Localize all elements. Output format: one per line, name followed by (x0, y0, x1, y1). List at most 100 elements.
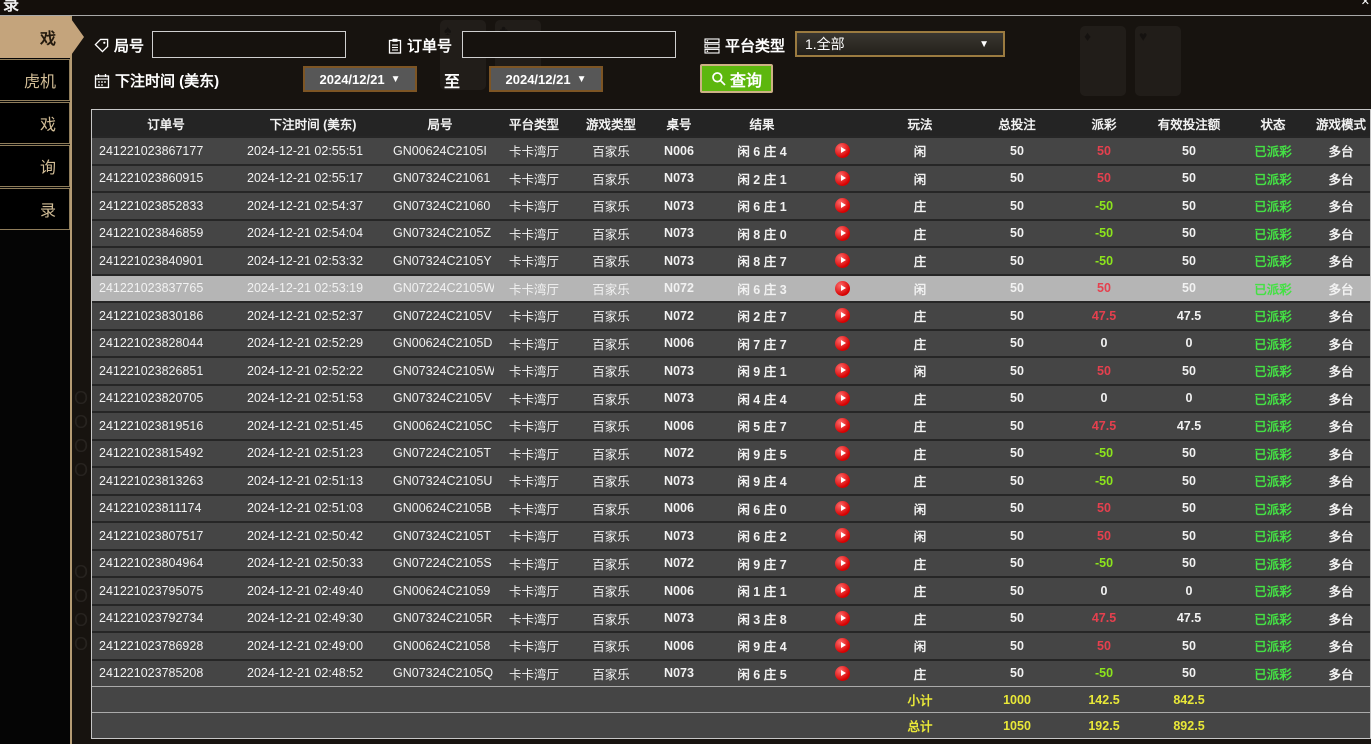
cell-bet-time: 2024-12-21 02:52:37 (240, 309, 386, 323)
cell-order: 241221023819516 (92, 419, 240, 433)
search-button[interactable]: 查询 (700, 64, 773, 93)
table-row[interactable]: 2412210238132632024-12-21 02:51:13GN0732… (92, 466, 1370, 494)
cell-order: 241221023792734 (92, 611, 240, 625)
sidebar-item-1[interactable]: 虎机 (0, 59, 70, 101)
replay-play-icon[interactable] (835, 198, 850, 213)
column-header-2: 局号 (386, 114, 494, 133)
cell-replay (814, 391, 870, 406)
table-row[interactable]: 2412210237927342024-12-21 02:49:30GN0732… (92, 604, 1370, 632)
replay-play-icon[interactable] (835, 308, 850, 323)
cell-round: GN07324C2105Y (386, 254, 494, 268)
cell-table-no: N006 (648, 501, 710, 515)
cell-bet-type: 闲 (870, 636, 970, 655)
cell-bet-time: 2024-12-21 02:53:19 (240, 281, 386, 295)
replay-play-icon[interactable] (835, 473, 850, 488)
cell-status: 已派彩 (1234, 636, 1312, 655)
cell-round: GN00624C2105C (386, 419, 494, 433)
cell-round: GN07324C21061 (386, 171, 494, 185)
background-texture: OOOO (74, 560, 90, 656)
subtotal-label: 小计 (870, 690, 970, 709)
sidebar-item-4[interactable]: 录 (0, 188, 70, 230)
replay-play-icon[interactable] (835, 446, 850, 461)
table-row[interactable]: 2412210238377652024-12-21 02:53:19GN0722… (92, 274, 1370, 302)
cell-payout: -50 (1064, 556, 1144, 570)
cell-payout: 47.5 (1064, 419, 1144, 433)
replay-play-icon[interactable] (835, 638, 850, 653)
cell-game-type: 百家乐 (574, 471, 648, 490)
replay-play-icon[interactable] (835, 501, 850, 516)
replay-play-icon[interactable] (835, 143, 850, 158)
table-row[interactable]: 2412210238049642024-12-21 02:50:33GN0722… (92, 549, 1370, 577)
cell-status: 已派彩 (1234, 526, 1312, 545)
replay-play-icon[interactable] (835, 281, 850, 296)
server-list-icon (704, 38, 720, 54)
table-row[interactable]: 2412210238468592024-12-21 02:54:04GN0732… (92, 219, 1370, 247)
cell-game-type: 百家乐 (574, 279, 648, 298)
sidebar-item-3[interactable]: 询 (0, 145, 70, 187)
table-row[interactable]: 2412210238195162024-12-21 02:51:45GN0062… (92, 411, 1370, 439)
cell-mode: 多台 (1312, 334, 1370, 353)
order-number-label-group: 订单号 (388, 35, 452, 56)
sidebar-item-label: 虎机 (24, 68, 56, 92)
platform-type-select[interactable]: 1.全部 ▼ (795, 31, 1005, 57)
table-row[interactable]: 2412210237869282024-12-21 02:49:00GN0062… (92, 631, 1370, 659)
cell-bet-type: 闲 (870, 499, 970, 518)
cell-status: 已派彩 (1234, 224, 1312, 243)
replay-play-icon[interactable] (835, 583, 850, 598)
platform-type-label: 平台类型 (725, 35, 785, 56)
table-row[interactable]: 2412210238671772024-12-21 02:55:51GN0062… (92, 136, 1370, 164)
table-row[interactable]: 2412210238111742024-12-21 02:51:03GN0062… (92, 494, 1370, 522)
cell-bet-type: 闲 (870, 279, 970, 298)
table-row[interactable]: 2412210238528332024-12-21 02:54:37GN0732… (92, 191, 1370, 219)
table-row[interactable]: 2412210238280442024-12-21 02:52:29GN0062… (92, 329, 1370, 357)
replay-play-icon[interactable] (835, 336, 850, 351)
date-to-picker[interactable]: 2024/12/21 ▼ (489, 66, 603, 92)
sidebar-item-0[interactable]: 戏 (0, 16, 70, 58)
replay-play-icon[interactable] (835, 363, 850, 378)
date-from-picker[interactable]: 2024/12/21 ▼ (303, 66, 417, 92)
column-header-5: 桌号 (648, 114, 710, 133)
table-row[interactable]: 2412210238609152024-12-21 02:55:17GN0732… (92, 164, 1370, 192)
table-row[interactable]: 2412210238154922024-12-21 02:51:23GN0722… (92, 439, 1370, 467)
cell-bet-type: 庄 (870, 444, 970, 463)
table-row[interactable]: 2412210238075172024-12-21 02:50:42GN0732… (92, 521, 1370, 549)
tag-icon (94, 38, 109, 53)
cell-payout: 47.5 (1064, 309, 1144, 323)
cell-replay (814, 308, 870, 323)
cell-round: GN00624C2105I (386, 144, 494, 158)
table-row[interactable]: 2412210238207052024-12-21 02:51:53GN0732… (92, 384, 1370, 412)
round-number-input[interactable] (152, 31, 346, 58)
replay-play-icon[interactable] (835, 666, 850, 681)
cell-table-no: N073 (648, 199, 710, 213)
replay-play-icon[interactable] (835, 528, 850, 543)
table-row[interactable]: 2412210238301862024-12-21 02:52:37GN0722… (92, 301, 1370, 329)
cell-platform: 卡卡湾厅 (494, 196, 574, 215)
window-close-icon[interactable]: ✕ (1361, 0, 1370, 8)
cell-mode: 多台 (1312, 526, 1370, 545)
replay-play-icon[interactable] (835, 556, 850, 571)
cell-table-no: N072 (648, 446, 710, 460)
replay-play-icon[interactable] (835, 226, 850, 241)
replay-play-icon[interactable] (835, 253, 850, 268)
cell-total-bet: 50 (970, 419, 1064, 433)
table-row[interactable]: 2412210237950752024-12-21 02:49:40GN0062… (92, 576, 1370, 604)
column-header-9: 总投注 (970, 114, 1064, 133)
sidebar-item-2[interactable]: 戏 (0, 102, 70, 144)
table-row[interactable]: 2412210238409012024-12-21 02:53:32GN0732… (92, 246, 1370, 274)
replay-play-icon[interactable] (835, 611, 850, 626)
column-header-0: 订单号 (92, 114, 240, 133)
replay-play-icon[interactable] (835, 418, 850, 433)
cell-replay (814, 336, 870, 351)
cell-result: 闲 5 庄 7 (710, 416, 814, 435)
replay-play-icon[interactable] (835, 171, 850, 186)
table-row[interactable]: 2412210237852082024-12-21 02:48:52GN0732… (92, 659, 1370, 687)
cell-game-type: 百家乐 (574, 169, 648, 188)
replay-play-icon[interactable] (835, 391, 850, 406)
cell-order: 241221023785208 (92, 666, 240, 680)
cell-status: 已派彩 (1234, 416, 1312, 435)
cell-status: 已派彩 (1234, 581, 1312, 600)
order-number-input[interactable] (462, 31, 676, 58)
cell-payout: 50 (1064, 144, 1144, 158)
table-row[interactable]: 2412210238268512024-12-21 02:52:22GN0732… (92, 356, 1370, 384)
cell-bet-type: 闲 (870, 526, 970, 545)
